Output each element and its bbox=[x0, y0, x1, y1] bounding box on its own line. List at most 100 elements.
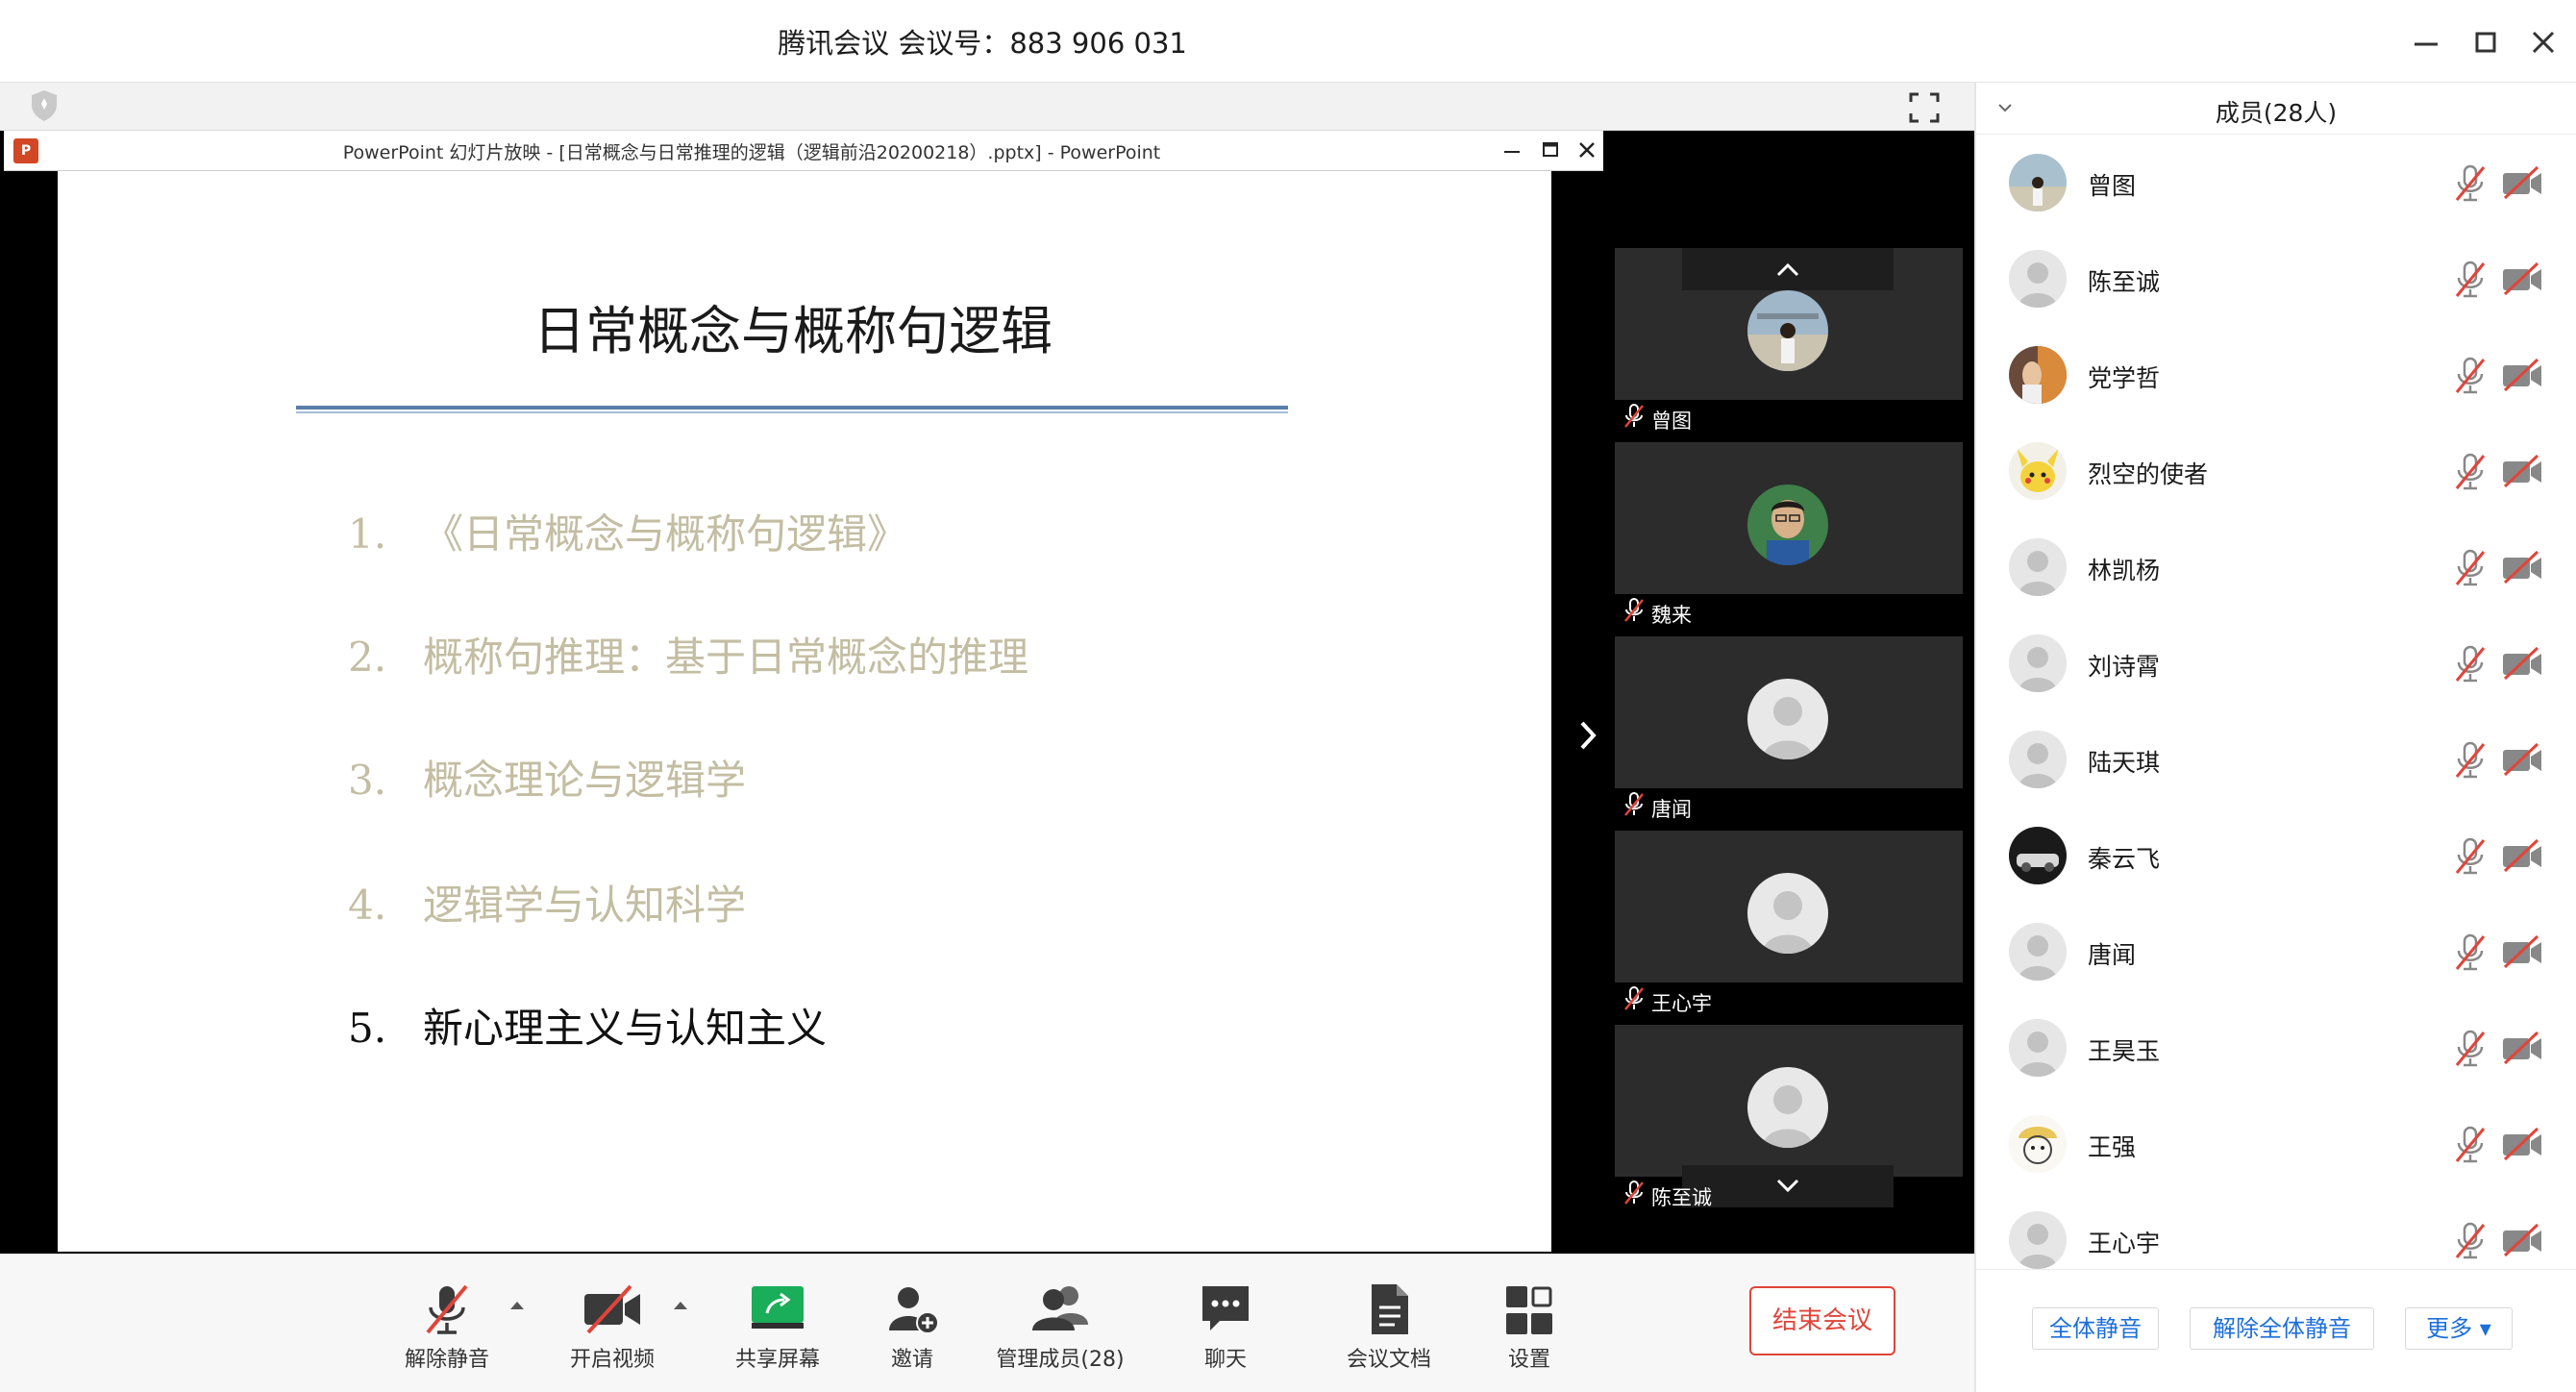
chevron-down-icon[interactable] bbox=[1682, 1165, 1894, 1207]
mic-muted-icon[interactable] bbox=[2451, 548, 2489, 588]
member-name: 唐闻 bbox=[2088, 941, 2137, 969]
mic-muted-icon[interactable] bbox=[2451, 452, 2489, 492]
chat-button[interactable]: 聊天 bbox=[1153, 1277, 1298, 1382]
share-screen-icon bbox=[706, 1280, 850, 1340]
mic-muted-icon[interactable] bbox=[2451, 644, 2489, 684]
close-icon[interactable] bbox=[2524, 23, 2563, 62]
share-top-strip bbox=[0, 83, 1974, 131]
mic-muted-icon[interactable] bbox=[2451, 740, 2489, 781]
camera-off-icon[interactable] bbox=[2501, 358, 2543, 392]
member-row[interactable]: 曾图 bbox=[1976, 135, 2576, 231]
start-video-label: 开启视频 bbox=[569, 1348, 655, 1372]
member-row[interactable]: 王强 bbox=[1976, 1096, 2576, 1192]
shield-icon[interactable] bbox=[29, 88, 60, 123]
mic-muted-icon bbox=[1622, 403, 1646, 442]
manage-members-button[interactable]: 管理成员(28) bbox=[988, 1277, 1132, 1382]
camera-off-icon[interactable] bbox=[2501, 261, 2543, 296]
member-row[interactable]: 林凯杨 bbox=[1976, 519, 2576, 615]
camera-off-icon[interactable] bbox=[2501, 1127, 2543, 1161]
slide-item-number: 5. bbox=[348, 1005, 387, 1052]
slide-item-text: 概念理论与逻辑学 bbox=[423, 757, 747, 804]
video-tile-name: 曾图 bbox=[1651, 410, 1692, 433]
member-name: 烈空的使者 bbox=[2088, 460, 2209, 488]
video-tile[interactable] bbox=[1615, 636, 1963, 788]
member-row[interactable]: 烈空的使者 bbox=[1976, 423, 2576, 519]
default-avatar-icon bbox=[2009, 923, 2067, 981]
mic-muted-icon[interactable] bbox=[2451, 1125, 2489, 1165]
video-tile[interactable] bbox=[1615, 1025, 1963, 1177]
camera-off-icon[interactable] bbox=[2501, 1223, 2543, 1257]
slide-item-text: 逻辑学与认知科学 bbox=[423, 882, 747, 929]
member-row[interactable]: 唐闻 bbox=[1976, 904, 2576, 1000]
unmute-button[interactable]: 解除静音 bbox=[375, 1277, 519, 1382]
mute-all-button[interactable]: 全体静音 bbox=[2032, 1307, 2159, 1350]
mic-muted-icon[interactable] bbox=[2451, 163, 2489, 204]
video-tile[interactable] bbox=[1615, 442, 1963, 594]
ppt-minimize-icon[interactable] bbox=[1498, 135, 1526, 165]
mic-muted-icon bbox=[1622, 791, 1646, 831]
mic-muted-icon[interactable] bbox=[2451, 932, 2489, 973]
settings-button[interactable]: 设置 bbox=[1457, 1277, 1601, 1382]
camera-off-icon[interactable] bbox=[2501, 646, 2543, 681]
member-row[interactable]: 陈至诚 bbox=[1976, 231, 2576, 327]
camera-off-icon[interactable] bbox=[2501, 742, 2543, 777]
camera-off-icon[interactable] bbox=[2501, 838, 2543, 873]
start-video-button[interactable]: 开启视频 bbox=[540, 1277, 684, 1382]
chevron-up-icon[interactable] bbox=[1682, 248, 1894, 290]
document-icon bbox=[1317, 1280, 1461, 1340]
member-name: 曾图 bbox=[2088, 172, 2137, 200]
member-row[interactable]: 王昊玉 bbox=[1976, 1000, 2576, 1096]
member-name: 党学哲 bbox=[2088, 364, 2161, 392]
default-avatar-icon bbox=[2009, 731, 2067, 788]
slide-item-4: 4. 逻辑学与认知科学 bbox=[348, 873, 746, 932]
unmute-all-button[interactable]: 解除全体静音 bbox=[2190, 1307, 2374, 1350]
unmute-label: 解除静音 bbox=[404, 1348, 489, 1372]
member-name: 陆天琪 bbox=[2088, 749, 2161, 777]
default-avatar-icon bbox=[1747, 1067, 1828, 1148]
slide-item-1: 1. 《日常概念与概称句逻辑》 bbox=[348, 502, 907, 560]
default-avatar-icon bbox=[2009, 250, 2067, 308]
video-options-caret-icon[interactable] bbox=[671, 1296, 690, 1315]
camera-off-icon[interactable] bbox=[2501, 165, 2543, 200]
member-row[interactable]: 秦云飞 bbox=[1976, 808, 2576, 904]
member-row[interactable]: 陆天琪 bbox=[1976, 711, 2576, 808]
default-avatar-icon bbox=[1747, 873, 1828, 954]
avatar bbox=[2009, 442, 2067, 500]
camera-off-icon[interactable] bbox=[2501, 550, 2543, 584]
add-user-icon bbox=[840, 1280, 984, 1340]
settings-grid-icon bbox=[1457, 1280, 1601, 1340]
meeting-title: 腾讯会议 会议号：883 906 031 bbox=[778, 27, 1187, 60]
mic-muted-icon bbox=[1622, 1180, 1646, 1219]
mic-muted-icon[interactable] bbox=[2451, 356, 2489, 396]
camera-off-icon[interactable] bbox=[2501, 454, 2543, 488]
audio-options-caret-icon[interactable] bbox=[508, 1296, 527, 1315]
slide-item-5: 5. 新心理主义与认知主义 bbox=[348, 996, 827, 1055]
member-row[interactable]: 党学哲 bbox=[1976, 327, 2576, 423]
mic-muted-icon[interactable] bbox=[2451, 1029, 2489, 1069]
invite-button[interactable]: 邀请 bbox=[840, 1277, 984, 1382]
avatar bbox=[2009, 1115, 2067, 1173]
video-tile[interactable] bbox=[1615, 831, 1963, 982]
camera-off-icon[interactable] bbox=[2501, 1031, 2543, 1065]
chevron-right-icon[interactable] bbox=[1569, 711, 1607, 759]
ppt-close-icon[interactable] bbox=[1573, 135, 1601, 165]
video-tile-name: 王心宇 bbox=[1651, 992, 1712, 1015]
minimize-icon[interactable] bbox=[2407, 23, 2445, 62]
default-avatar-icon bbox=[2009, 634, 2067, 692]
ppt-restore-icon[interactable] bbox=[1536, 135, 1565, 165]
slide-item-number: 2. bbox=[348, 634, 387, 681]
member-name: 刘诗霄 bbox=[2088, 653, 2161, 681]
more-button[interactable]: 更多 ▾ bbox=[2405, 1307, 2513, 1350]
video-tile-label: 王心宇 bbox=[1622, 984, 1712, 1023]
member-row[interactable]: 刘诗霄 bbox=[1976, 615, 2576, 711]
mic-muted-icon[interactable] bbox=[2451, 1221, 2489, 1261]
camera-off-icon[interactable] bbox=[2501, 934, 2543, 969]
mic-muted-icon[interactable] bbox=[2451, 836, 2489, 877]
mic-muted-icon[interactable] bbox=[2451, 260, 2489, 300]
video-tile-name: 陈至诚 bbox=[1651, 1186, 1712, 1209]
video-tile-label: 曾图 bbox=[1622, 402, 1692, 440]
end-meeting-button[interactable]: 结束会议 bbox=[1749, 1286, 1895, 1355]
fullscreen-icon[interactable] bbox=[1905, 88, 1944, 127]
members-icon bbox=[988, 1280, 1132, 1340]
maximize-icon[interactable] bbox=[2466, 23, 2505, 62]
